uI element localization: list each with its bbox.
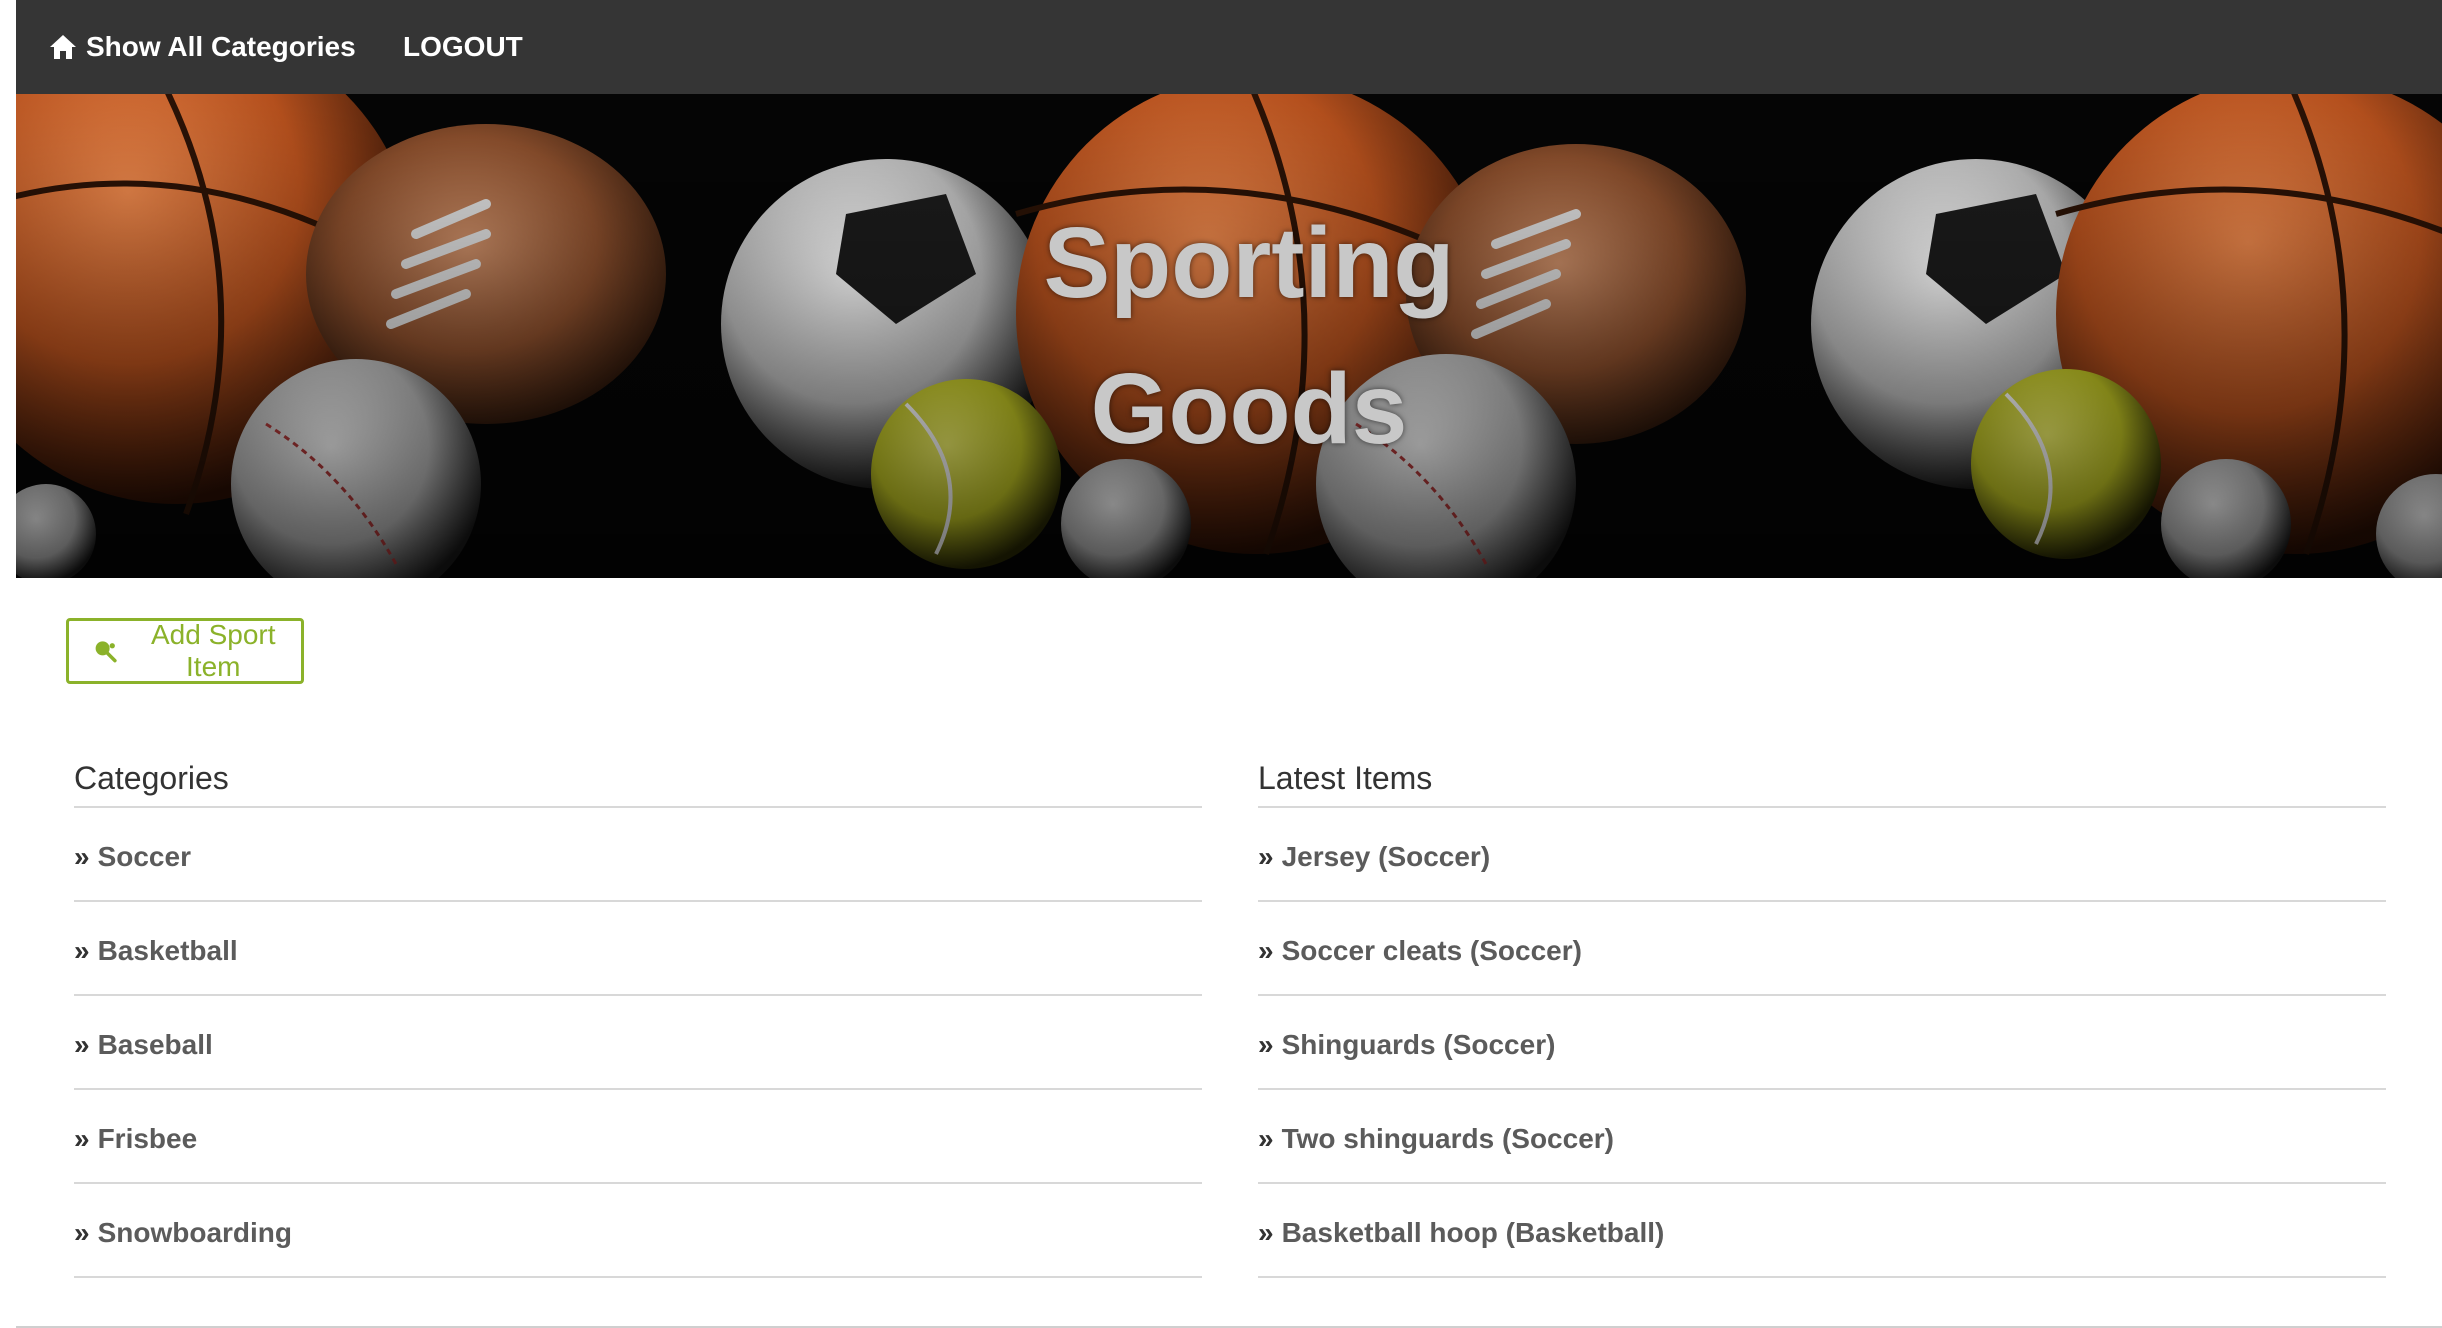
category-label: Frisbee bbox=[97, 1123, 198, 1154]
hero-banner-image bbox=[16, 94, 2442, 578]
raquo-icon: » bbox=[74, 841, 90, 872]
category-item-snowboarding[interactable]: » Snowboarding bbox=[74, 1184, 1202, 1278]
latest-items-list: » Jersey (Soccer) » Soccer cleats (Soccer)… bbox=[1258, 808, 2386, 1278]
latest-item-soccer-cleats[interactable]: » Soccer cleats (Soccer) bbox=[1258, 902, 2386, 996]
category-label: Soccer bbox=[97, 841, 191, 872]
page: Show All Categories LOGOUT Sporting Good… bbox=[16, 0, 2442, 1328]
home-icon bbox=[50, 35, 76, 59]
ping-pong-icon bbox=[95, 641, 117, 663]
raquo-icon: » bbox=[1258, 841, 1274, 872]
category-item-baseball[interactable]: » Baseball bbox=[74, 996, 1202, 1090]
raquo-icon: » bbox=[74, 1217, 90, 1248]
raquo-icon: » bbox=[1258, 1123, 1274, 1154]
latest-item-basketball-hoop[interactable]: » Basketball hoop (Basketball) bbox=[1258, 1184, 2386, 1278]
latest-item-label: Soccer cleats (Soccer) bbox=[1281, 935, 1582, 966]
latest-item-shinguards[interactable]: » Shinguards (Soccer) bbox=[1258, 996, 2386, 1090]
categories-heading: Categories bbox=[74, 750, 1202, 808]
top-navbar: Show All Categories LOGOUT bbox=[16, 0, 2442, 94]
raquo-icon: » bbox=[74, 935, 90, 966]
category-label: Snowboarding bbox=[97, 1217, 293, 1248]
raquo-icon: » bbox=[74, 1123, 90, 1154]
add-sport-item-label: Add Sport Item bbox=[150, 619, 276, 682]
latest-item-two-shinguards[interactable]: » Two shinguards (Soccer) bbox=[1258, 1090, 2386, 1184]
raquo-icon: » bbox=[74, 1029, 90, 1060]
category-item-frisbee[interactable]: » Frisbee bbox=[74, 1090, 1202, 1184]
sports-balls-illustration bbox=[16, 94, 2442, 578]
latest-item-jersey[interactable]: » Jersey (Soccer) bbox=[1258, 808, 2386, 902]
category-label: Baseball bbox=[97, 1029, 213, 1060]
latest-item-label: Jersey (Soccer) bbox=[1281, 841, 1491, 872]
categories-section: Categories » Soccer » Basketball » Baseball… bbox=[74, 750, 1202, 1278]
category-item-soccer[interactable]: » Soccer bbox=[74, 808, 1202, 902]
add-sport-item-button[interactable]: Add Sport Item bbox=[66, 618, 304, 684]
latest-item-label: Shinguards (Soccer) bbox=[1281, 1029, 1556, 1060]
latest-item-label: Two shinguards (Soccer) bbox=[1281, 1123, 1614, 1154]
category-item-basketball[interactable]: » Basketball bbox=[74, 902, 1202, 996]
logout-link[interactable]: LOGOUT bbox=[403, 0, 523, 94]
show-all-categories-link[interactable]: Show All Categories bbox=[48, 0, 356, 94]
raquo-icon: » bbox=[1258, 935, 1274, 966]
latest-items-section: Latest Items » Jersey (Soccer) » Soccer cl… bbox=[1258, 750, 2386, 1278]
logout-label: LOGOUT bbox=[403, 31, 523, 62]
show-all-categories-label: Show All Categories bbox=[86, 31, 356, 62]
categories-list: » Soccer » Basketball » Baseball » Frisbee »… bbox=[74, 808, 1202, 1278]
category-label: Basketball bbox=[97, 935, 238, 966]
raquo-icon: » bbox=[1258, 1029, 1274, 1060]
left-margin bbox=[0, 0, 16, 1328]
latest-item-label: Basketball hoop (Basketball) bbox=[1281, 1217, 1665, 1248]
latest-items-heading: Latest Items bbox=[1258, 750, 2386, 808]
raquo-icon: » bbox=[1258, 1217, 1274, 1248]
